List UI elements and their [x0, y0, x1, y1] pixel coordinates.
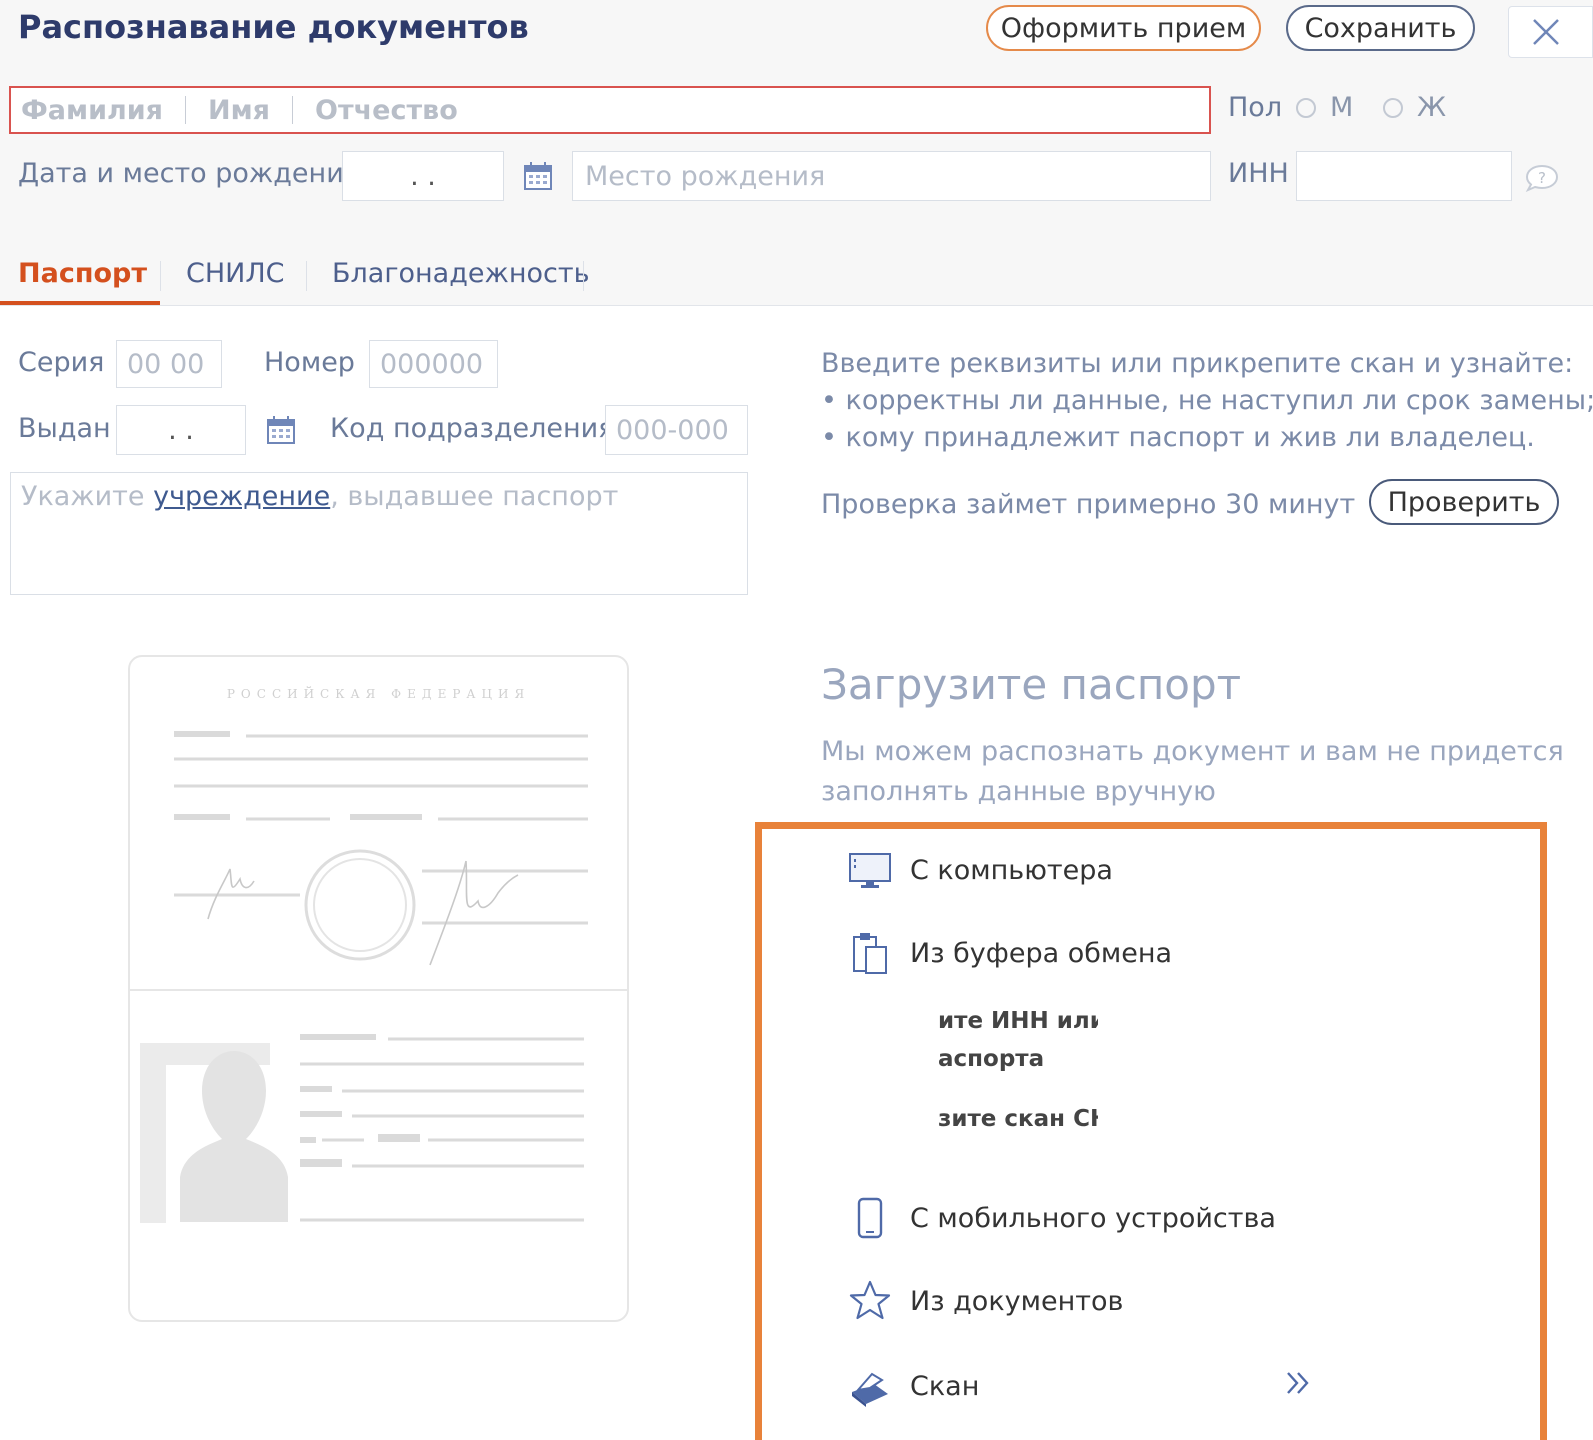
- svg-text:?: ?: [1538, 169, 1546, 187]
- gender-male-label: М: [1330, 92, 1354, 123]
- upload-title: Загрузите паспорт: [821, 660, 1242, 709]
- upload-option-label: С мобильного устройства: [910, 1202, 1276, 1234]
- patronymic-placeholder: Отчество: [315, 94, 458, 126]
- number-input[interactable]: 000000: [369, 340, 498, 388]
- check-duration: Проверка займет примерно 30 минут: [821, 489, 1356, 520]
- upload-option-label: Скан: [910, 1370, 980, 1402]
- scanner-icon: [852, 1372, 888, 1407]
- close-icon: [1533, 19, 1559, 45]
- issuing-authority-input[interactable]: Укажите учреждение, выдавшее паспорт: [10, 472, 748, 595]
- name-placeholder: Имя: [208, 94, 271, 126]
- check-bullet-2: • кому принадлежит паспорт и жив ли влад…: [821, 422, 1535, 453]
- upload-option-label: С компьютера: [910, 854, 1113, 886]
- upload-from-computer[interactable]: С компьютера: [848, 846, 1113, 894]
- upload-option-label: Из буфера обмена: [910, 937, 1173, 969]
- surname-placeholder: Фамилия: [21, 94, 164, 126]
- check-button[interactable]: Проверить: [1369, 479, 1559, 525]
- tab-divider: [583, 261, 584, 291]
- tab-reliability[interactable]: Благонадежность: [332, 258, 590, 289]
- upload-from-mobile[interactable]: С мобильного устройства: [848, 1194, 1276, 1242]
- star-icon: [849, 1280, 891, 1320]
- dept-code-input[interactable]: 000-000: [605, 405, 748, 455]
- save-button[interactable]: Сохранить: [1286, 5, 1475, 51]
- clipped-text-line: зите скан СН: [938, 1106, 1098, 1132]
- check-bullet-1: • корректны ли данные, не наступил ли ср…: [821, 385, 1593, 416]
- inn-label: ИНН: [1228, 158, 1289, 189]
- passport-drawing: [140, 731, 588, 1223]
- tab-snils[interactable]: СНИЛС: [186, 258, 285, 289]
- upload-option-label: Из документов: [910, 1285, 1124, 1317]
- double-chevron-right-icon[interactable]: [1284, 1368, 1314, 1398]
- series-input[interactable]: 00 00: [116, 340, 222, 388]
- series-label: Серия: [18, 347, 105, 378]
- issued-label: Выдан: [18, 413, 111, 444]
- clipped-text-line: аспорта: [938, 1046, 1045, 1072]
- passport-illustration: РОССИЙСКАЯ ФЕДЕРАЦИЯ: [128, 655, 629, 1322]
- clipped-text-line: ите ИНН или з: [938, 1008, 1098, 1034]
- book-appointment-button[interactable]: Оформить прием: [986, 5, 1261, 51]
- dept-code-label: Код подразделения: [330, 413, 615, 444]
- upload-subtitle-line-2: заполнять данные вручную: [821, 776, 1216, 807]
- close-button[interactable]: [1508, 6, 1593, 58]
- authority-prefix: Укажите: [21, 481, 154, 512]
- issued-date-input[interactable]: . .: [116, 405, 246, 455]
- gender-radio-male[interactable]: М: [1296, 92, 1353, 123]
- upload-from-documents[interactable]: Из документов: [848, 1277, 1123, 1325]
- clipped-tooltip: ите ИНН или з аспорта зите скан СН: [938, 1004, 1098, 1144]
- number-label: Номер: [264, 347, 355, 378]
- gender-radio-female[interactable]: Ж: [1383, 92, 1446, 123]
- clipboard-icon: [853, 933, 887, 974]
- upload-subtitle-line-1: Мы можем распознать документ и вам не пр…: [821, 736, 1564, 767]
- divider: [292, 96, 294, 124]
- upload-from-clipboard[interactable]: Из буфера обмена: [848, 929, 1172, 977]
- inn-input[interactable]: [1296, 151, 1512, 201]
- radio-icon: [1296, 97, 1316, 118]
- radio-icon: [1383, 97, 1403, 118]
- birth-label: Дата и место рождения: [18, 158, 360, 189]
- tabs-baseline: [0, 305, 1593, 306]
- page-title: Распознавание документов: [18, 8, 529, 46]
- help-icon[interactable]: ?: [1525, 164, 1559, 192]
- gender-female-label: Ж: [1417, 92, 1447, 123]
- authority-suffix: , выдавшее паспорт: [330, 481, 619, 512]
- calendar-icon[interactable]: [266, 415, 296, 445]
- tab-passport[interactable]: Паспорт: [18, 258, 147, 289]
- tab-divider: [306, 261, 307, 291]
- full-name-input[interactable]: Фамилия Имя Отчество: [9, 86, 1211, 134]
- check-intro: Введите реквизиты или прикрепите скан и …: [821, 348, 1574, 379]
- gender-label: Пол: [1228, 92, 1283, 123]
- phone-icon: [857, 1197, 883, 1239]
- tab-divider: [160, 261, 161, 291]
- divider: [185, 96, 187, 124]
- upload-options-highlight: [755, 822, 1547, 1440]
- authority-link[interactable]: учреждение: [153, 481, 330, 512]
- birth-date-input[interactable]: . .: [342, 151, 504, 201]
- calendar-icon[interactable]: [523, 161, 553, 191]
- birth-place-input[interactable]: Место рождения: [572, 151, 1211, 201]
- monitor-icon: [849, 853, 891, 888]
- upload-from-scanner[interactable]: Скан: [848, 1362, 979, 1410]
